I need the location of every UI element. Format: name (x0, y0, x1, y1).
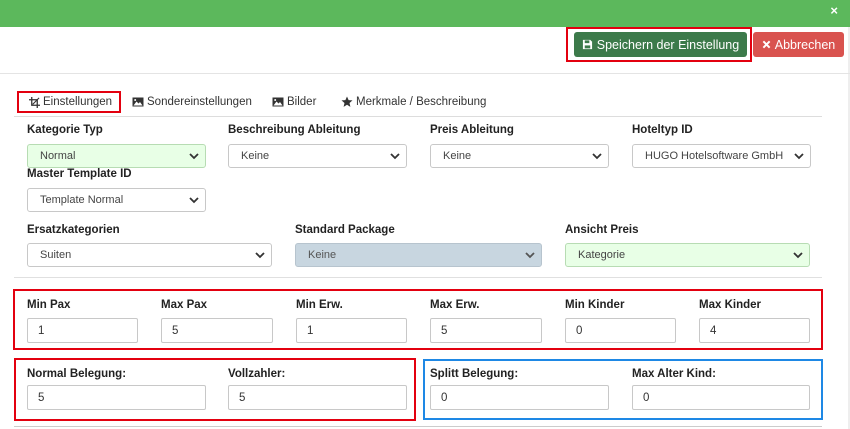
kategorie-typ-select[interactable]: Normal (27, 144, 206, 168)
chevron-down-icon (390, 153, 400, 160)
ansicht-preis-value: Kategorie (578, 249, 626, 261)
cancel-button-label: Abbrechen (774, 37, 836, 52)
beschreibung-ableitung-select[interactable]: Keine (228, 144, 407, 168)
bottom-divider (14, 426, 822, 427)
standard-package-select: Keine (295, 243, 542, 267)
floppy-disk-icon (582, 39, 592, 50)
max-pax-label: Max Pax (161, 299, 208, 311)
tab-label: Merkmale / Beschreibung (356, 96, 487, 108)
max-alter-kind-input[interactable]: 0 (632, 385, 810, 410)
beschreibung-ableitung-value: Keine (241, 150, 270, 162)
close-icon[interactable]: × (830, 4, 838, 18)
min-kinder-label: Min Kinder (565, 299, 625, 311)
tab-bilder[interactable]: Bilder (272, 93, 316, 111)
tab-merkmale-beschreibung[interactable]: Merkmale / Beschreibung (341, 93, 486, 111)
min-kinder-input[interactable]: 0 (565, 318, 676, 343)
splitt-belegung-label: Splitt Belegung: (430, 368, 519, 380)
master-template-id-select[interactable]: Template Normal (27, 188, 206, 212)
master-template-id-label: Master Template ID (27, 168, 132, 180)
close-icon (762, 40, 771, 49)
crop-icon (29, 96, 40, 108)
star-icon (341, 96, 353, 107)
max-erw-label: Max Erw. (430, 299, 480, 311)
hoteltyp-id-value: HUGO Hotelsoftware GmbH (645, 150, 784, 162)
normal-belegung-label: Normal Belegung: (27, 368, 127, 380)
modal-header-bar: × (0, 0, 850, 27)
min-pax-input[interactable]: 1 (27, 318, 138, 343)
min-erw-label: Min Erw. (296, 299, 343, 311)
ersatzkategorien-value: Suiten (40, 249, 72, 261)
min-pax-label: Min Pax (27, 299, 71, 311)
max-kinder-input[interactable]: 4 (699, 318, 810, 343)
chevron-down-icon (592, 153, 602, 160)
tab-label: Bilder (287, 96, 317, 108)
max-alter-kind-label: Max Alter Kind: (632, 368, 716, 380)
save-button[interactable]: Speichern der Einstellung (574, 32, 747, 57)
cancel-button[interactable]: Abbrechen (753, 32, 844, 57)
section-divider (14, 277, 822, 278)
vollzahler-input[interactable]: 5 (228, 385, 407, 410)
tab-label: Sondereinstellungen (147, 96, 252, 108)
hoteltyp-id-label: Hoteltyp ID (632, 124, 693, 136)
chevron-down-icon (793, 252, 803, 259)
standard-package-value: Keine (308, 249, 337, 261)
hoteltyp-id-select[interactable]: HUGO Hotelsoftware GmbH (632, 144, 811, 168)
max-kinder-label: Max Kinder (699, 299, 761, 311)
ansicht-preis-label: Ansicht Preis (565, 224, 639, 236)
splitt-belegung-input[interactable]: 0 (430, 385, 609, 410)
kategorie-typ-value: Normal (40, 150, 76, 162)
tab-sondereinstellungen[interactable]: Sondereinstellungen (132, 93, 252, 111)
ersatzkategorien-select[interactable]: Suiten (27, 243, 272, 267)
tab-einstellungen[interactable]: Einstellungen (29, 93, 112, 111)
standard-package-label: Standard Package (295, 224, 395, 236)
master-template-id-value: Template Normal (40, 194, 124, 206)
min-erw-input[interactable]: 1 (296, 318, 407, 343)
preis-ableitung-value: Keine (443, 150, 472, 162)
ersatzkategorien-label: Ersatzkategorien (27, 224, 120, 236)
beschreibung-ableitung-label: Beschreibung Ableitung (228, 124, 361, 136)
preis-ableitung-select[interactable]: Keine (430, 144, 609, 168)
save-button-label: Speichern der Einstellung (596, 37, 740, 52)
chevron-down-icon (794, 153, 804, 160)
preis-ableitung-label: Preis Ableitung (430, 124, 514, 136)
ansicht-preis-select[interactable]: Kategorie (565, 243, 810, 267)
max-erw-input[interactable]: 5 (430, 318, 542, 343)
header-divider (0, 73, 850, 74)
normal-belegung-input[interactable]: 5 (27, 385, 206, 410)
chevron-down-icon (525, 252, 535, 259)
vollzahler-label: Vollzahler: (228, 368, 286, 380)
image-icon (272, 97, 284, 107)
chevron-down-icon (189, 197, 199, 204)
max-pax-input[interactable]: 5 (161, 318, 273, 343)
chevron-down-icon (255, 252, 265, 259)
tab-label: Einstellungen (43, 96, 113, 108)
chevron-down-icon (189, 153, 199, 160)
image-icon (132, 97, 144, 107)
tabs-divider (14, 116, 822, 117)
kategorie-typ-label: Kategorie Typ (27, 124, 103, 136)
